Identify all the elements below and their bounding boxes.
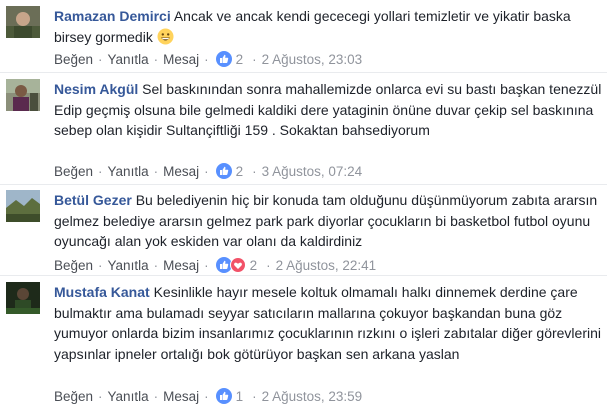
like-button[interactable]: Beğen <box>54 389 93 404</box>
comment-actions: Beğen · Yanıtla · Mesaj · 2 · 2 Ağustos,… <box>54 49 362 69</box>
comment-author[interactable]: Betül Gezer <box>54 192 132 208</box>
reaction-count: 2 <box>235 163 244 179</box>
love-icon <box>229 257 246 273</box>
comment-text: Bu belediyenin hiç bir konuda tam olduğu… <box>54 192 598 249</box>
message-button[interactable]: Mesaj <box>163 52 199 67</box>
like-button[interactable]: Beğen <box>54 164 93 179</box>
like-icon <box>215 51 232 67</box>
grinning-face-icon <box>157 28 174 45</box>
separator-dot: · <box>153 257 159 273</box>
comment-body: Betül Gezer Bu belediyenin hiç bir konud… <box>54 190 603 252</box>
message-button[interactable]: Mesaj <box>163 258 199 273</box>
separator-dot: · <box>252 51 257 67</box>
message-button[interactable]: Mesaj <box>163 389 199 404</box>
separator-dot: · <box>153 388 159 404</box>
timestamp[interactable]: 2 Ağustos, 22:41 <box>276 258 377 273</box>
timestamp[interactable]: 3 Ağustos, 07:24 <box>262 164 363 179</box>
reaction-summary[interactable]: 1 <box>215 388 248 404</box>
reaction-summary[interactable]: 2 <box>215 51 248 67</box>
separator-dot: · <box>204 257 209 273</box>
reply-button[interactable]: Yanıtla <box>108 389 149 404</box>
reaction-count: 2 <box>235 51 244 67</box>
like-icon <box>215 163 232 179</box>
comment-body: Nesim Akgül Sel baskınından sonra mahall… <box>54 79 603 141</box>
comment-actions: Beğen · Yanıtla · Mesaj · 2 · 3 Ağustos,… <box>54 161 362 181</box>
separator-dot: · <box>266 257 271 273</box>
separator-dot: · <box>98 51 103 67</box>
comment-body: Mustafa Kanat Kesinlikle hayır mesele ko… <box>54 282 603 364</box>
comment-author[interactable]: Nesim Akgül <box>54 81 138 97</box>
avatar[interactable] <box>6 282 40 314</box>
reaction-count: 2 <box>249 257 258 273</box>
separator-dot: · <box>98 163 103 179</box>
separator-dot: · <box>98 388 103 404</box>
divider <box>0 72 607 73</box>
comment-author[interactable]: Mustafa Kanat <box>54 284 150 300</box>
separator-dot: · <box>204 163 209 179</box>
reply-button[interactable]: Yanıtla <box>108 164 149 179</box>
comment-actions: Beğen · Yanıtla · Mesaj · 1 · 2 Ağustos,… <box>54 386 362 406</box>
avatar[interactable] <box>6 6 40 38</box>
reply-button[interactable]: Yanıtla <box>108 258 149 273</box>
like-button[interactable]: Beğen <box>54 52 93 67</box>
separator-dot: · <box>98 257 103 273</box>
avatar[interactable] <box>6 190 40 222</box>
timestamp[interactable]: 2 Ağustos, 23:03 <box>262 52 363 67</box>
reply-button[interactable]: Yanıtla <box>108 52 149 67</box>
reaction-summary[interactable]: 2 <box>215 257 262 273</box>
comment-list: Ramazan Demirci Ancak ve ancak kendi gec… <box>0 0 607 413</box>
separator-dot: · <box>204 388 209 404</box>
separator-dot: · <box>153 163 159 179</box>
separator-dot: · <box>252 388 257 404</box>
message-button[interactable]: Mesaj <box>163 164 199 179</box>
comment-actions: Beğen · Yanıtla · Mesaj · 2 · 2 Ağustos,… <box>54 255 376 275</box>
divider <box>0 275 607 276</box>
reaction-summary[interactable]: 2 <box>215 163 248 179</box>
separator-dot: · <box>153 51 159 67</box>
divider <box>0 184 607 185</box>
comment-body: Ramazan Demirci Ancak ve ancak kendi gec… <box>54 6 603 47</box>
reaction-count: 1 <box>235 388 244 404</box>
comment-author[interactable]: Ramazan Demirci <box>54 8 171 24</box>
avatar[interactable] <box>6 79 40 111</box>
like-icon <box>215 388 232 404</box>
like-button[interactable]: Beğen <box>54 258 93 273</box>
separator-dot: · <box>204 51 209 67</box>
separator-dot: · <box>252 163 257 179</box>
timestamp[interactable]: 2 Ağustos, 23:59 <box>262 389 363 404</box>
